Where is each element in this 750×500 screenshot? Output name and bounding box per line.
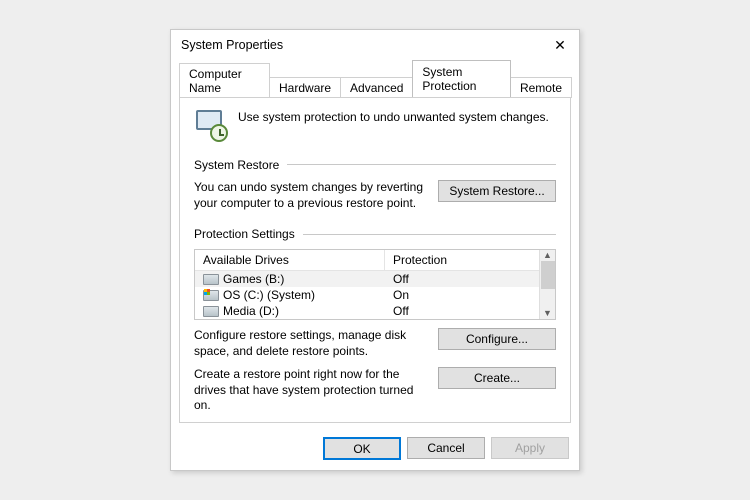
ok-button[interactable]: OK <box>323 437 401 460</box>
scrollbar-thumb[interactable] <box>541 261 555 289</box>
restore-point-icon <box>194 108 228 142</box>
drive-row[interactable]: OS (C:) (System) On <box>195 287 539 303</box>
divider <box>287 164 556 165</box>
tab-system-protection[interactable]: System Protection <box>412 60 511 97</box>
drives-table: Available Drives Protection Games (B:) O… <box>195 250 539 319</box>
drive-name: Games (B:) <box>223 272 284 286</box>
cancel-button[interactable]: Cancel <box>407 437 485 459</box>
create-button[interactable]: Create... <box>438 367 556 389</box>
tab-strip: Computer Name Hardware Advanced System P… <box>171 60 579 97</box>
system-restore-button[interactable]: System Restore... <box>438 180 556 202</box>
configure-desc: Configure restore settings, manage disk … <box>194 328 428 359</box>
col-available-drives[interactable]: Available Drives <box>195 250 385 270</box>
divider <box>303 234 556 235</box>
system-restore-row: You can undo system changes by reverting… <box>194 180 556 211</box>
vertical-scrollbar[interactable]: ▲ ▼ <box>539 250 555 319</box>
dialog-footer: OK Cancel Apply <box>171 431 579 470</box>
drive-name: OS (C:) (System) <box>223 288 315 302</box>
drive-row[interactable]: Games (B:) Off <box>195 271 539 287</box>
tab-advanced[interactable]: Advanced <box>340 77 413 98</box>
system-properties-dialog: System Properties ✕ Computer Name Hardwa… <box>170 29 580 471</box>
drives-list: Available Drives Protection Games (B:) O… <box>194 249 556 320</box>
drive-icon <box>203 289 219 301</box>
protection-settings-group: Protection Settings <box>194 227 556 241</box>
create-desc: Create a restore point right now for the… <box>194 367 428 414</box>
tab-hardware[interactable]: Hardware <box>269 77 341 98</box>
drive-name: Media (D:) <box>223 304 279 318</box>
window-title: System Properties <box>181 38 283 52</box>
system-restore-desc: You can undo system changes by reverting… <box>194 180 428 211</box>
titlebar: System Properties ✕ <box>171 30 579 58</box>
col-protection[interactable]: Protection <box>385 250 539 270</box>
drive-protection: On <box>385 287 539 303</box>
create-row: Create a restore point right now for the… <box>194 367 556 414</box>
drive-icon <box>203 305 219 317</box>
tab-remote[interactable]: Remote <box>510 77 572 98</box>
close-icon: ✕ <box>554 38 566 52</box>
drive-row[interactable]: Media (D:) Off <box>195 303 539 319</box>
tab-computer-name[interactable]: Computer Name <box>179 63 270 98</box>
tab-panel-system-protection: Use system protection to undo unwanted s… <box>179 97 571 423</box>
close-button[interactable]: ✕ <box>549 36 571 54</box>
scroll-up-icon: ▲ <box>543 251 552 260</box>
drives-header: Available Drives Protection <box>195 250 539 271</box>
system-restore-label: System Restore <box>194 158 279 172</box>
protection-settings-label: Protection Settings <box>194 227 295 241</box>
scroll-down-icon: ▼ <box>543 309 552 318</box>
intro-row: Use system protection to undo unwanted s… <box>194 108 556 142</box>
apply-button[interactable]: Apply <box>491 437 569 459</box>
configure-row: Configure restore settings, manage disk … <box>194 328 556 359</box>
intro-text: Use system protection to undo unwanted s… <box>238 108 549 124</box>
drive-protection: Off <box>385 303 539 319</box>
configure-button[interactable]: Configure... <box>438 328 556 350</box>
drive-protection: Off <box>385 271 539 287</box>
drive-icon <box>203 273 219 285</box>
system-restore-group: System Restore <box>194 158 556 172</box>
